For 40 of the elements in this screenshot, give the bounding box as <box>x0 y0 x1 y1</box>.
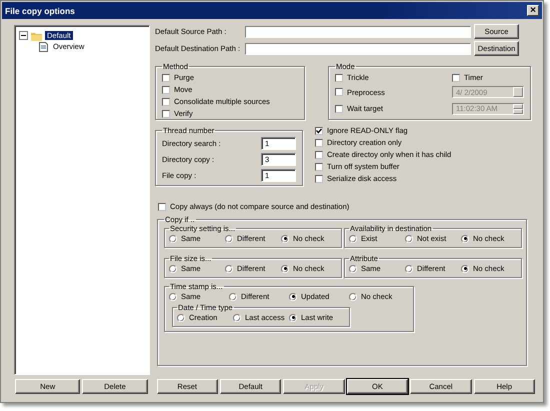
checkbox[interactable] <box>158 202 166 210</box>
radio-button[interactable] <box>349 292 357 300</box>
radio-button[interactable] <box>289 314 297 322</box>
radio-button[interactable] <box>405 264 413 272</box>
radio-button[interactable] <box>229 292 237 300</box>
radio-button[interactable] <box>169 264 177 272</box>
radio-button[interactable] <box>225 264 233 272</box>
radio-button[interactable] <box>169 292 177 300</box>
radio-button[interactable] <box>289 292 297 300</box>
close-button[interactable]: × <box>527 5 539 16</box>
path-field[interactable] <box>245 26 471 38</box>
checkbox[interactable] <box>162 110 170 118</box>
radio-button[interactable] <box>281 264 289 272</box>
radio-button[interactable] <box>281 234 289 242</box>
folder-icon <box>31 30 42 40</box>
radio-button[interactable] <box>177 314 185 322</box>
checkbox[interactable] <box>335 74 343 82</box>
radio-button[interactable] <box>461 234 469 242</box>
radio-button[interactable] <box>233 314 241 322</box>
checkbox[interactable] <box>162 98 170 106</box>
checkbox[interactable] <box>452 74 460 82</box>
radio-button[interactable] <box>225 234 233 242</box>
window-title: File copy options <box>5 6 75 16</box>
document-icon <box>39 42 48 52</box>
checkbox[interactable] <box>315 150 323 158</box>
checkbox[interactable] <box>335 88 343 96</box>
checkbox[interactable] <box>315 138 323 146</box>
radio-button[interactable] <box>169 234 177 242</box>
checkbox[interactable] <box>315 126 323 134</box>
collapse-icon[interactable] <box>19 31 28 40</box>
radio-button[interactable] <box>349 234 357 242</box>
radio-button[interactable] <box>349 264 357 272</box>
path-field[interactable] <box>245 42 471 54</box>
checkbox[interactable] <box>315 162 323 170</box>
checkbox[interactable] <box>162 74 170 82</box>
checkbox[interactable] <box>335 104 343 113</box>
radio-button[interactable] <box>461 264 469 272</box>
checkbox[interactable] <box>315 174 323 182</box>
checkbox[interactable] <box>162 86 170 94</box>
radio-button[interactable] <box>405 234 413 242</box>
